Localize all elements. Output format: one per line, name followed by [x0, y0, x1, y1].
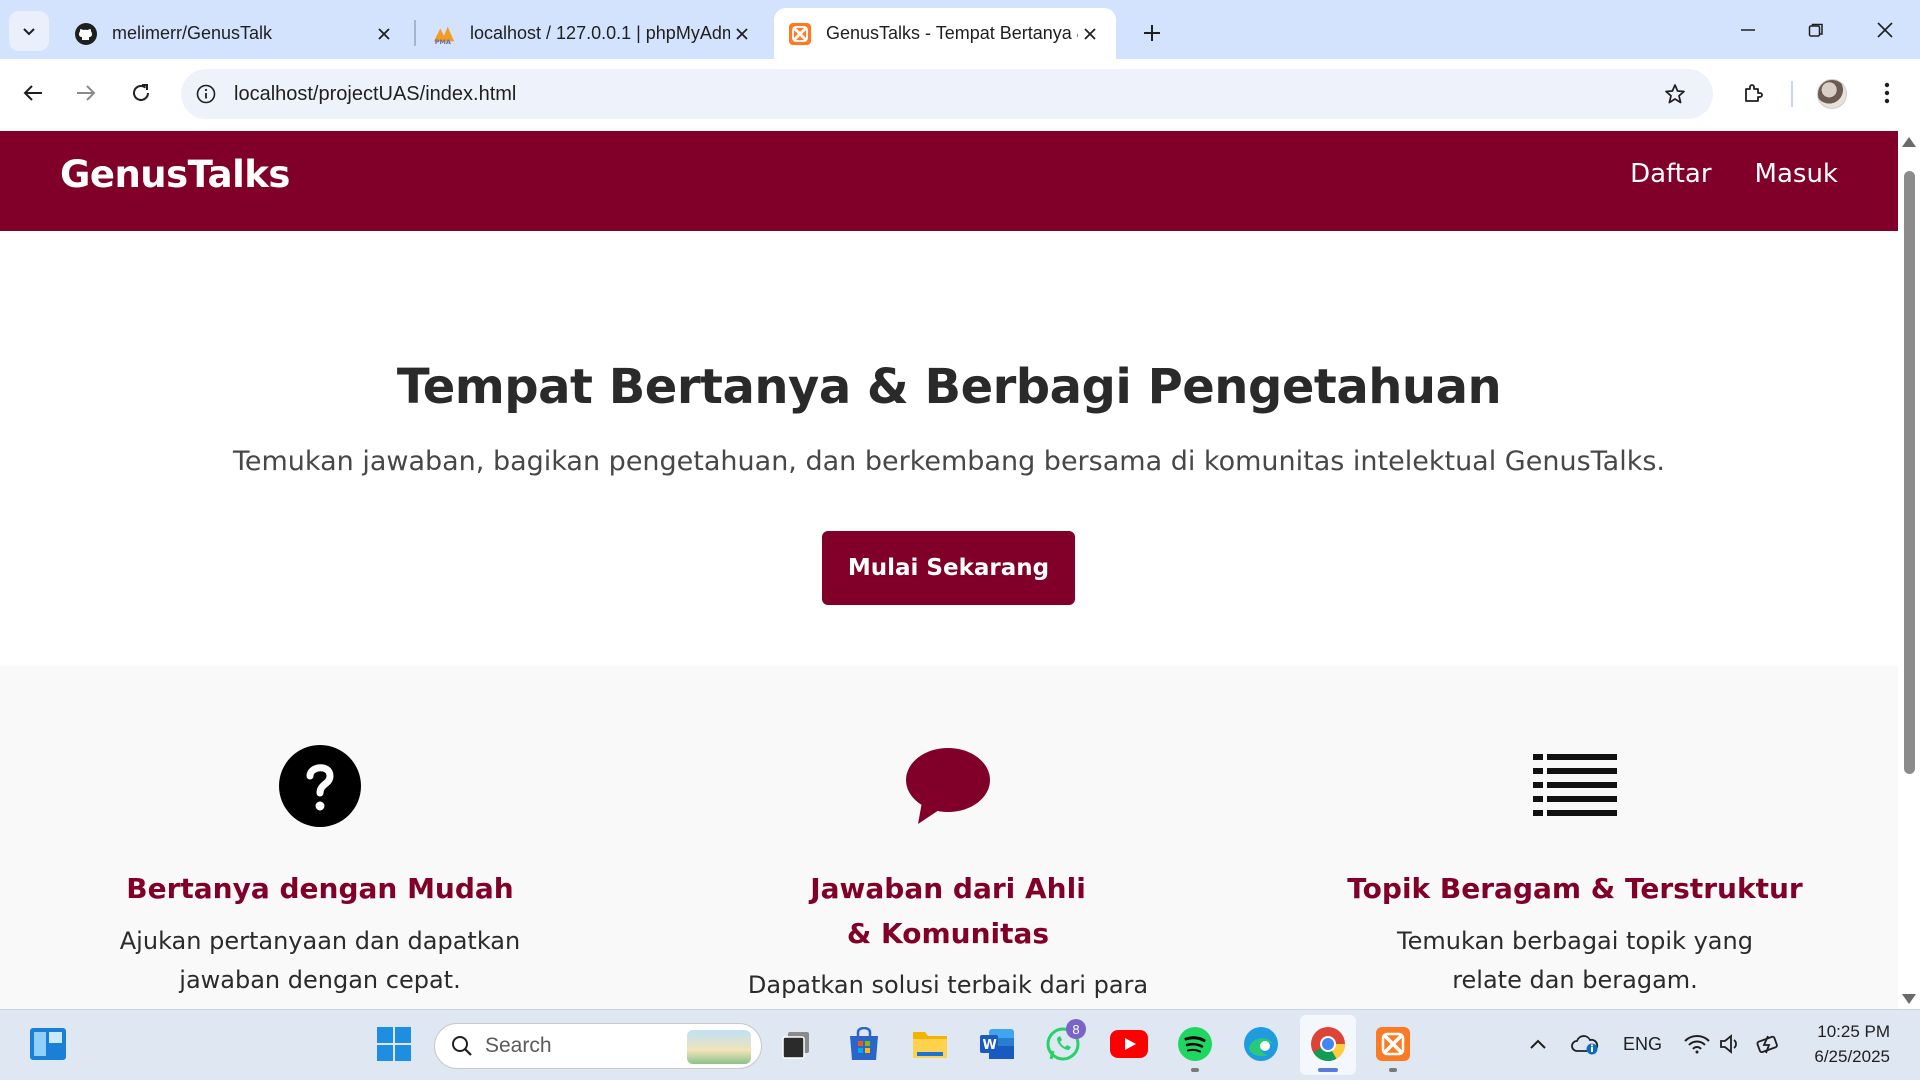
new-tab-button[interactable]: [1134, 15, 1170, 51]
question-circle-icon: [279, 745, 361, 827]
taskbar-search[interactable]: Search: [434, 1023, 762, 1069]
close-icon: [1877, 22, 1893, 38]
phpmyadmin-icon: PMA: [432, 22, 456, 46]
address-url[interactable]: localhost/projectUAS/index.html: [234, 83, 516, 106]
arrow-left-icon: [23, 85, 42, 101]
browser-tab-github[interactable]: melimerr/GenusTalk: [60, 8, 410, 59]
tab-title: localhost / 127.0.0.1 | phpMyAdmin: [470, 23, 730, 43]
close-icon[interactable]: [372, 22, 396, 46]
site-info-icon[interactable]: [186, 74, 226, 114]
close-window-button[interactable]: [1861, 10, 1909, 50]
show-hidden-icons-chevron-up-icon[interactable]: [1518, 1024, 1558, 1064]
site-nav: Daftar Masuk: [1630, 159, 1838, 189]
clock-time[interactable]: 10:25 PM: [1808, 1022, 1890, 1042]
back-button[interactable]: [13, 73, 53, 113]
address-bar[interactable]: localhost/projectUAS/index.html: [181, 69, 1713, 119]
feature-text: Temukan berbagai topik yang relate dan b…: [1397, 927, 1753, 994]
puzzle-icon: [1745, 84, 1763, 102]
scroll-down-arrow-icon[interactable]: [1902, 994, 1916, 1004]
tab-title: melimerr/GenusTalk: [112, 23, 273, 43]
running-indicator: [1389, 1068, 1397, 1072]
svg-text:PMA: PMA: [435, 38, 451, 46]
reload-icon: [133, 84, 149, 101]
page-scrollbar[interactable]: [1898, 129, 1920, 1009]
start-windows-icon[interactable]: [374, 1024, 414, 1064]
browser-toolbar: localhost/projectUAS/index.html: [0, 59, 1920, 129]
spotify-icon[interactable]: [1175, 1024, 1215, 1064]
browser-tab-genustalks[interactable]: GenusTalks - Tempat Bertanya & Berbagi: [774, 8, 1116, 59]
scroll-thumb[interactable]: [1904, 171, 1915, 774]
plus-icon: [1144, 25, 1160, 41]
github-icon: [74, 22, 98, 46]
hero-title: Tempat Bertanya & Berbagi Pengetahuan: [396, 359, 1502, 415]
minimize-icon: [1741, 29, 1755, 31]
get-started-button[interactable]: Mulai Sekarang: [822, 531, 1075, 605]
word-icon[interactable]: W: [977, 1024, 1017, 1064]
feature-text: Dapatkan solusi terbaik dari para: [747, 971, 1149, 999]
taskbar-search-label: Search: [485, 1034, 552, 1057]
running-indicator: [1191, 1068, 1199, 1072]
xampp-icon: [788, 22, 812, 46]
edge-icon[interactable]: [1241, 1024, 1281, 1064]
battery-charging-icon[interactable]: [1750, 1024, 1790, 1064]
hero-subtitle: Temukan jawaban, bagikan pengetahuan, da…: [232, 446, 1665, 477]
youtube-icon[interactable]: [1109, 1024, 1149, 1064]
extensions-button[interactable]: [1734, 73, 1774, 113]
tab-separator: [414, 20, 416, 46]
web-page: GenusTalks Daftar Masuk Tempat Bertanya …: [0, 129, 1898, 1009]
search-highlight-image: [687, 1030, 751, 1064]
nav-login-link[interactable]: Masuk: [1755, 159, 1838, 189]
close-icon[interactable]: [730, 22, 754, 46]
microsoft-store-icon[interactable]: [844, 1024, 884, 1064]
menu-button[interactable]: [1867, 73, 1907, 113]
speech-bubble-icon: [906, 748, 990, 824]
task-view-icon[interactable]: [776, 1024, 816, 1064]
nav-register-link[interactable]: Daftar: [1630, 159, 1711, 189]
whatsapp-badge: 8: [1066, 1019, 1086, 1039]
browser-tab-strip: melimerr/GenusTalk PMA localhost / 127.0…: [0, 0, 1920, 59]
features-section: Bertanya dengan Mudah Ajukan pertanyaan …: [0, 666, 1898, 1009]
restore-icon: [1808, 23, 1823, 37]
volume-icon[interactable]: [1711, 1024, 1751, 1064]
scroll-up-arrow-icon[interactable]: [1902, 137, 1916, 147]
site-brand[interactable]: GenusTalks: [60, 153, 290, 196]
feature-text: Ajukan pertanyaan dan dapatkan jawaban d…: [119, 927, 521, 994]
browser-tab-phpmyadmin[interactable]: PMA localhost / 127.0.0.1 | phpMyAdmin: [418, 8, 768, 59]
running-indicator: [1318, 1068, 1338, 1072]
forward-button[interactable]: [66, 73, 106, 113]
search-icon: [452, 1036, 472, 1056]
reload-button[interactable]: [121, 73, 161, 113]
toolbar-separator: [1791, 81, 1793, 107]
tab-search-button[interactable]: [9, 11, 49, 51]
minimize-button[interactable]: [1724, 10, 1772, 50]
feature-title: Jawaban dari Ahli & Komunitas: [810, 872, 1086, 950]
feature-title: Bertanya dengan Mudah: [126, 872, 514, 905]
windows-taskbar: Search W 8 ENG 10:25 PM 6/25/2025: [0, 1009, 1920, 1080]
site-header: GenusTalks Daftar Masuk: [0, 131, 1898, 231]
svg-text:W: W: [983, 1038, 997, 1053]
tab-title: GenusTalks - Tempat Bertanya & Berbagi: [826, 23, 1078, 43]
more-vertical-icon: [1884, 82, 1890, 104]
language-indicator[interactable]: ENG: [1623, 1034, 1662, 1055]
restore-button[interactable]: [1792, 10, 1840, 50]
hero-section: Tempat Bertanya & Berbagi Pengetahuan Te…: [0, 231, 1898, 666]
widgets-icon[interactable]: [28, 1024, 68, 1064]
arrow-right-icon: [77, 85, 96, 101]
chevron-down-icon: [23, 28, 35, 36]
bookmark-star-icon[interactable]: [1655, 74, 1695, 114]
chrome-icon[interactable]: [1308, 1024, 1348, 1064]
onedrive-cloud-icon[interactable]: [1565, 1024, 1605, 1064]
profile-avatar[interactable]: [1817, 79, 1847, 109]
feature-title: Topik Beragam & Terstruktur: [1347, 872, 1803, 905]
file-explorer-icon[interactable]: [910, 1024, 950, 1064]
list-icon: [1533, 754, 1617, 816]
xampp-icon[interactable]: [1373, 1024, 1413, 1064]
clock-date[interactable]: 6/25/2025: [1798, 1047, 1890, 1067]
close-icon[interactable]: [1078, 22, 1102, 46]
